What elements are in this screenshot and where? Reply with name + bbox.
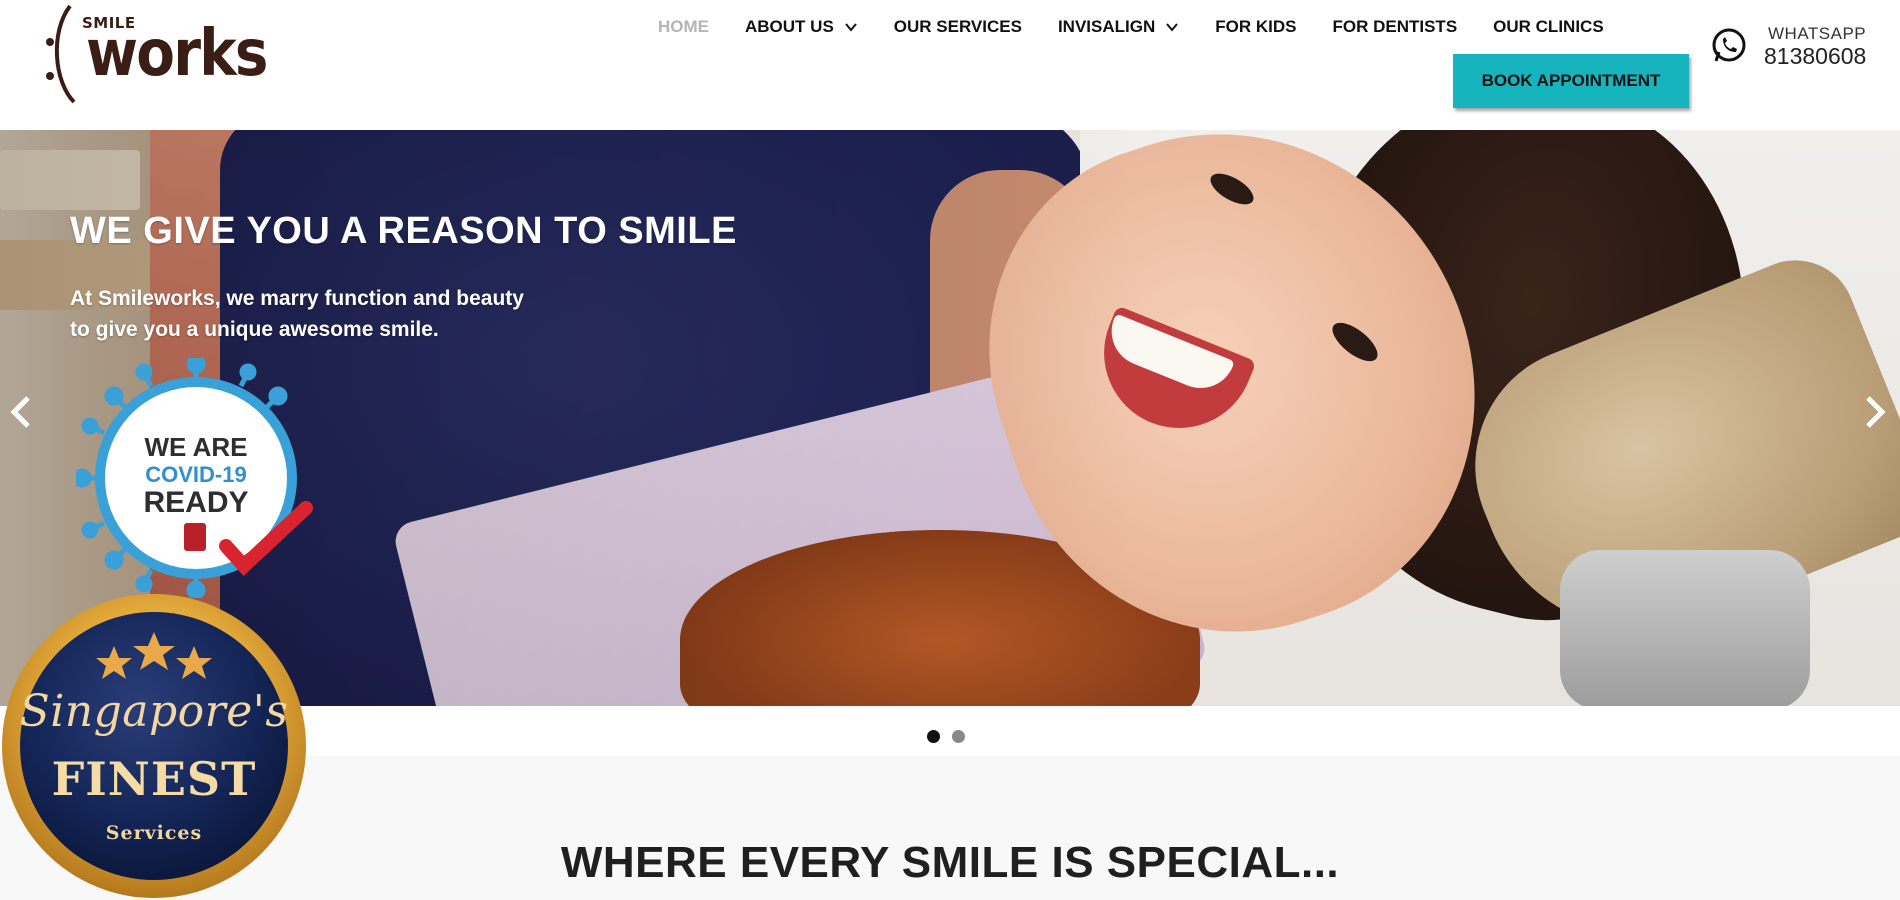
book-appointment-button[interactable]: BOOK APPOINTMENT [1453,54,1689,108]
covid-line2: COVID-19 [145,462,246,487]
nav-label: HOME [658,17,709,36]
site-header: SMILE works HOME ABOUT US OUR SERVICES I… [0,0,1900,130]
badge-main-text: FINEST [51,752,257,806]
whatsapp-label: WHATSAPP [1768,24,1867,43]
smileworks-logo[interactable]: SMILE works [40,2,280,106]
hero-subtitle: At Smileworks, we marry function and bea… [70,283,690,345]
hero-subtitle-line: At Smileworks, we marry function and bea… [70,287,524,310]
nav-label: OUR SERVICES [893,17,1022,36]
slider-dot[interactable] [952,730,965,743]
nav-item-about-us[interactable]: ABOUT US [745,17,858,37]
crest-icon [184,523,206,551]
nav-item-home[interactable]: HOME [658,17,709,37]
nav-label: ABOUT US [745,17,834,36]
whatsapp-number[interactable]: 81380608 [1764,43,1866,70]
nav-item-for-dentists[interactable]: FOR DENTISTS [1332,17,1457,37]
badge-sub-text: Services [105,822,203,844]
nav-item-invisalign[interactable]: INVISALIGN [1058,17,1179,37]
singapores-finest-badge[interactable] [0,592,308,900]
covid-line1: WE ARE [144,432,247,462]
badge-script-text: Singapore's [19,686,289,737]
chevron-left-icon[interactable] [6,392,36,432]
hero-title: WE GIVE YOU A REASON TO SMILE [70,210,737,252]
nav-label: FOR DENTISTS [1332,17,1458,36]
slider-dots [927,730,977,743]
nav-item-our-clinics[interactable]: OUR CLINICS [1493,17,1604,37]
slider-dot[interactable] [927,730,940,743]
chevron-down-icon [1166,23,1179,32]
nav-item-our-services[interactable]: OUR SERVICES [894,17,1022,37]
whatsapp-icon[interactable] [1710,27,1748,65]
hero-subtitle-line: to give you a unique awesome smile. [70,318,439,341]
chevron-right-icon[interactable] [1860,392,1890,432]
covid-line3: READY [143,486,248,519]
logo-main-text: works [86,17,268,91]
nav-label: FOR KIDS [1215,17,1297,36]
covid-ready-badge: WE ARE COVID-19 READY [76,358,313,598]
nav-label: INVISALIGN [1057,17,1156,36]
main-nav: HOME ABOUT US OUR SERVICES INVISALIGN FO… [658,13,1604,41]
nav-label: OUR CLINICS [1493,17,1604,36]
chevron-down-icon [845,23,857,32]
nav-item-for-kids[interactable]: FOR KIDS [1215,17,1296,37]
